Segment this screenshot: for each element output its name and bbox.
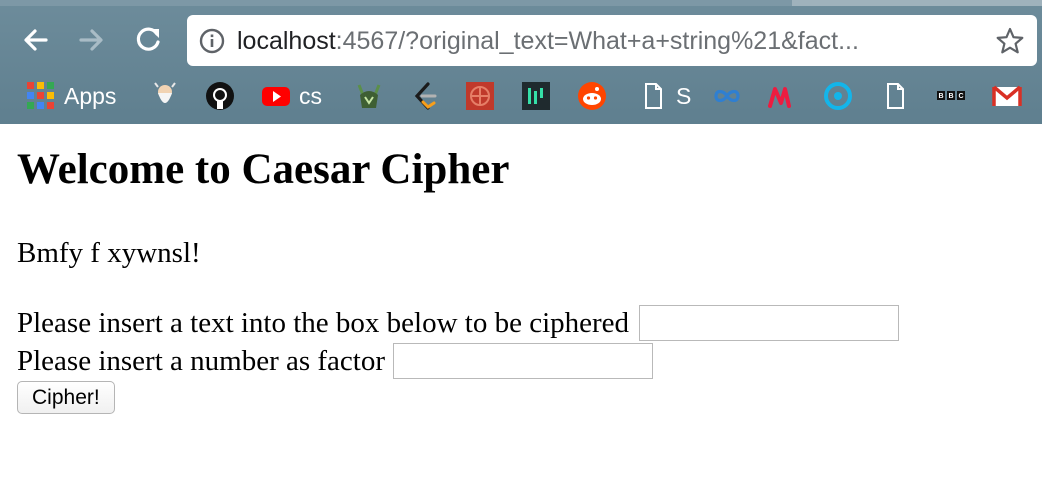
bookmark-item[interactable] [410, 80, 440, 112]
bookmark-item[interactable] [577, 80, 607, 112]
factor-input[interactable] [393, 343, 653, 379]
url-host: localhost [237, 27, 336, 55]
bbc-letter: B [948, 93, 953, 100]
bbc-letter: B [938, 93, 943, 100]
browser-chrome: localhost:4567/?original_text=What+a+str… [0, 0, 1042, 124]
url-query: :4567/?original_text=What+a+string%21&fa… [335, 27, 859, 55]
reload-icon [136, 27, 160, 51]
bookmark-label: S [676, 82, 692, 109]
bookmark-item[interactable] [465, 80, 495, 112]
apps-grid-icon [27, 82, 54, 109]
text-row: Please insert a text into the box below … [17, 305, 900, 341]
bookmark-item[interactable]: B B C [936, 80, 966, 112]
cipher-button[interactable]: Cipher! [17, 381, 115, 414]
address-bar[interactable]: localhost:4567/?original_text=What+a+str… [187, 15, 1037, 66]
factor-row: Please insert a number as factor [17, 343, 653, 379]
infinity-icon [714, 89, 740, 103]
arrow-right-icon [79, 29, 103, 51]
bookmark-apps[interactable]: Apps [26, 80, 116, 112]
green-bars-icon [522, 82, 550, 110]
reload-button[interactable] [130, 22, 166, 58]
bookmark-label: cs [299, 82, 322, 109]
bookmark-item[interactable] [880, 80, 910, 112]
bookmark-item[interactable] [992, 80, 1022, 112]
cipher-result: Bmfy f xywnsl! [17, 237, 201, 269]
meetup-icon [768, 87, 791, 108]
page-title: Welcome to Caesar Cipher [17, 146, 510, 193]
github-icon [206, 82, 234, 110]
leetcode-icon [414, 82, 437, 110]
youtube-icon [262, 87, 290, 106]
bbc-letter: C [958, 93, 963, 100]
star-icon[interactable] [995, 26, 1025, 56]
url-text[interactable]: localhost:4567/?original_text=What+a+str… [237, 26, 977, 56]
back-button[interactable] [18, 22, 54, 58]
document-icon [887, 83, 904, 109]
reddit-icon [578, 82, 606, 110]
bookmark-item[interactable] [767, 80, 797, 112]
forward-button[interactable] [73, 22, 109, 58]
red-pattern-icon [466, 82, 494, 110]
bookmark-item[interactable] [205, 80, 235, 112]
tab-strip [0, 0, 1042, 6]
target-ring-icon [824, 82, 852, 110]
bookmark-item[interactable] [823, 80, 853, 112]
gmail-icon [992, 85, 1022, 106]
active-tab[interactable] [792, 0, 1042, 6]
factor-prompt-label: Please insert a number as factor [17, 345, 385, 377]
original-text-input[interactable] [639, 305, 900, 341]
bbc-icon: B B C [937, 91, 965, 100]
bookmark-item[interactable] [712, 80, 742, 112]
viking-helmet-icon [357, 84, 381, 108]
bookmark-item[interactable] [521, 80, 551, 112]
info-icon[interactable] [199, 28, 225, 54]
bookmark-label: Apps [64, 82, 117, 109]
text-prompt-label: Please insert a text into the box below … [17, 307, 630, 339]
bookmark-item[interactable] [150, 80, 180, 112]
bearded-man-icon [154, 82, 176, 103]
document-icon [645, 83, 662, 109]
bookmark-s[interactable]: S [638, 80, 691, 112]
bookmark-cs[interactable]: cs [261, 80, 322, 112]
arrow-left-icon [24, 29, 48, 51]
bookmarks-bar: Apps cs S B B C [0, 72, 1042, 120]
bookmark-item[interactable] [354, 80, 384, 112]
